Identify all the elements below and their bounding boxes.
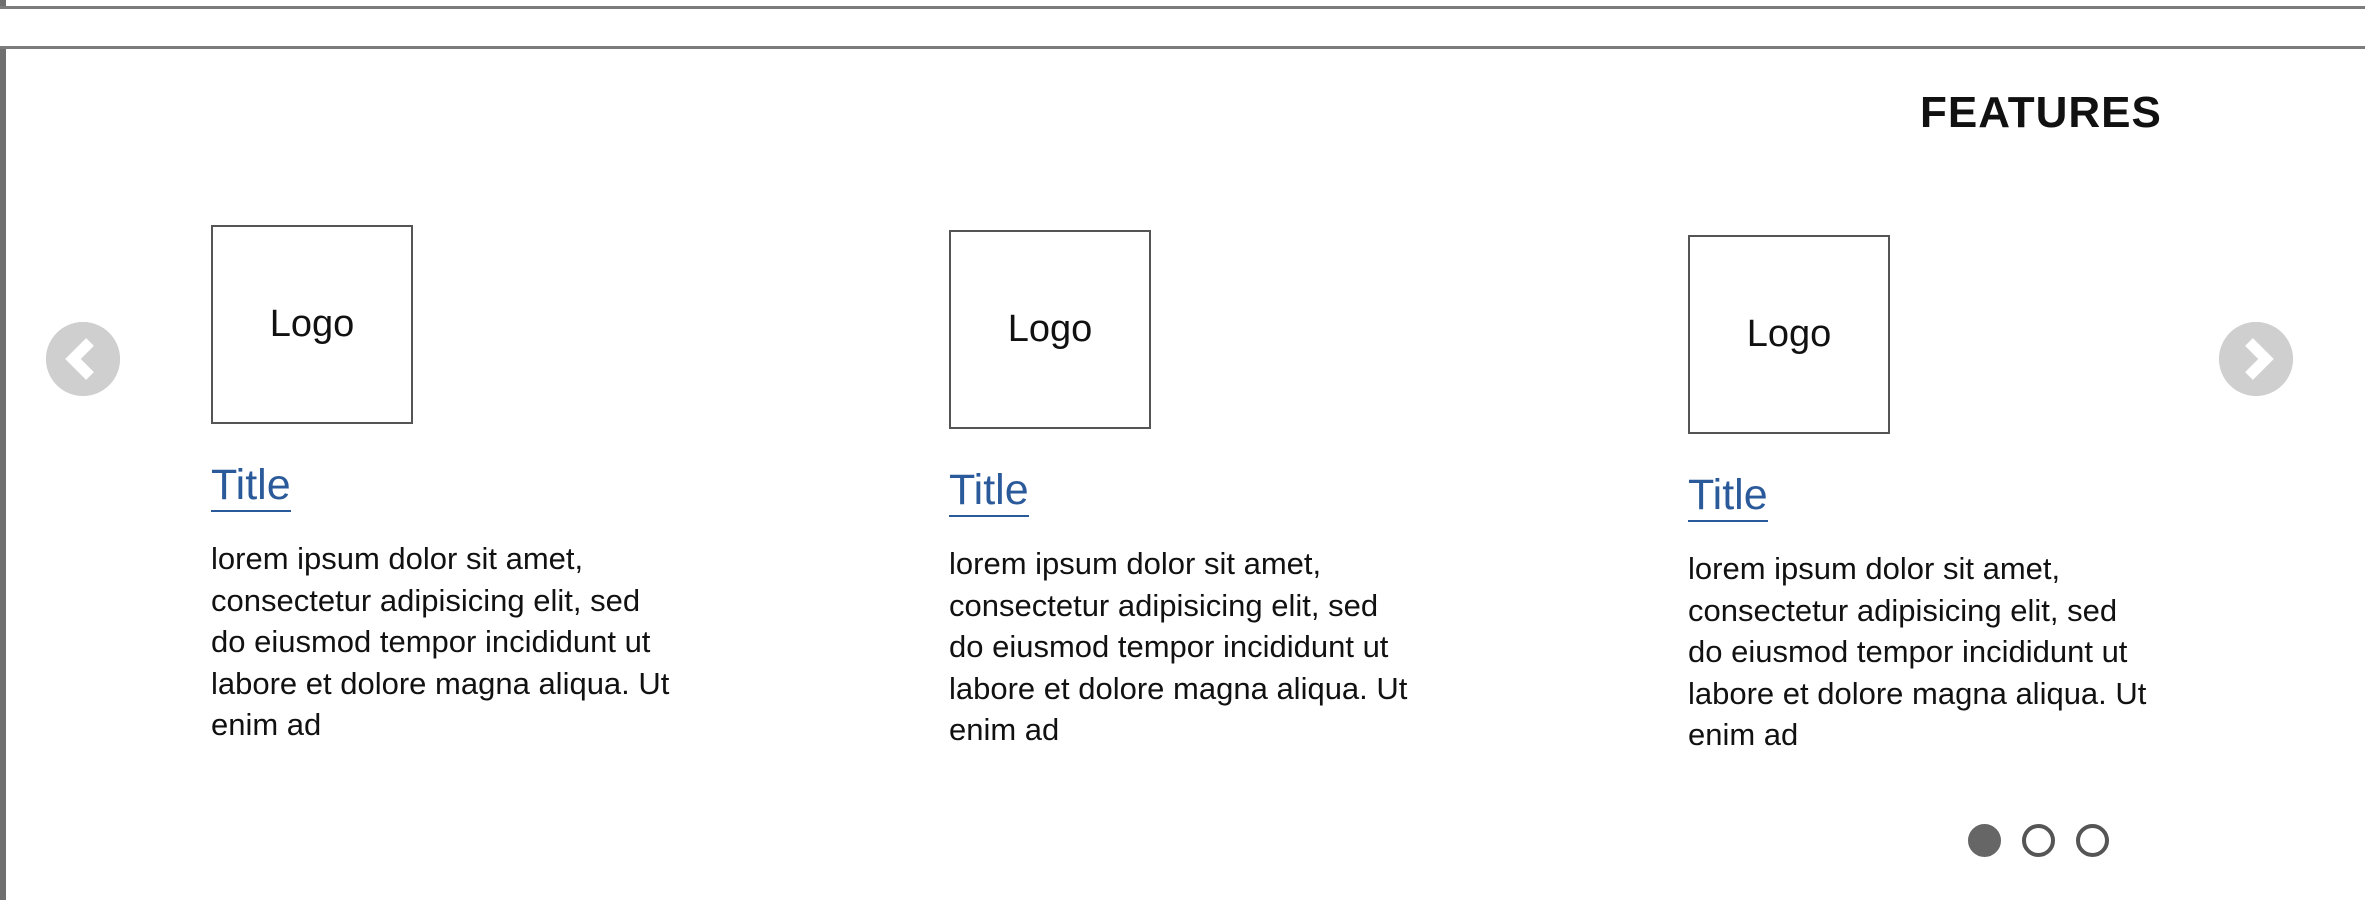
feature-card: Logo Title lorem ipsum dolor sit amet, c…	[949, 230, 1469, 751]
frame-left-border	[0, 0, 6, 900]
feature-card: Logo Title lorem ipsum dolor sit amet, c…	[211, 225, 731, 746]
features-page: FEATURES Logo Title lorem ipsum dolor si…	[0, 0, 2365, 900]
header-divider	[0, 46, 2365, 49]
feature-title-link[interactable]: Title	[1688, 470, 1768, 522]
pagination-dot-3[interactable]	[2076, 824, 2109, 857]
feature-title-link[interactable]: Title	[211, 460, 291, 512]
feature-card: Logo Title lorem ipsum dolor sit amet, c…	[1688, 235, 2208, 756]
header-bar	[0, 9, 2365, 47]
feature-description: lorem ipsum dolor sit amet, consectetur …	[949, 546, 1408, 747]
feature-description: lorem ipsum dolor sit amet, consectetur …	[211, 541, 670, 742]
pagination-dot-1[interactable]	[1968, 824, 2001, 857]
carousel-pagination	[1968, 824, 2109, 857]
feature-logo: Logo	[211, 225, 413, 424]
chevron-right-icon	[2219, 322, 2293, 396]
feature-title-link[interactable]: Title	[949, 465, 1029, 517]
feature-description: lorem ipsum dolor sit amet, consectetur …	[1688, 551, 2147, 752]
feature-logo: Logo	[1688, 235, 1890, 434]
carousel-next-button[interactable]	[2219, 322, 2293, 396]
chevron-left-icon	[46, 322, 120, 396]
features-heading: FEATURES	[1920, 88, 2162, 137]
pagination-dot-2[interactable]	[2022, 824, 2055, 857]
feature-logo: Logo	[949, 230, 1151, 429]
carousel-prev-button[interactable]	[46, 322, 120, 396]
